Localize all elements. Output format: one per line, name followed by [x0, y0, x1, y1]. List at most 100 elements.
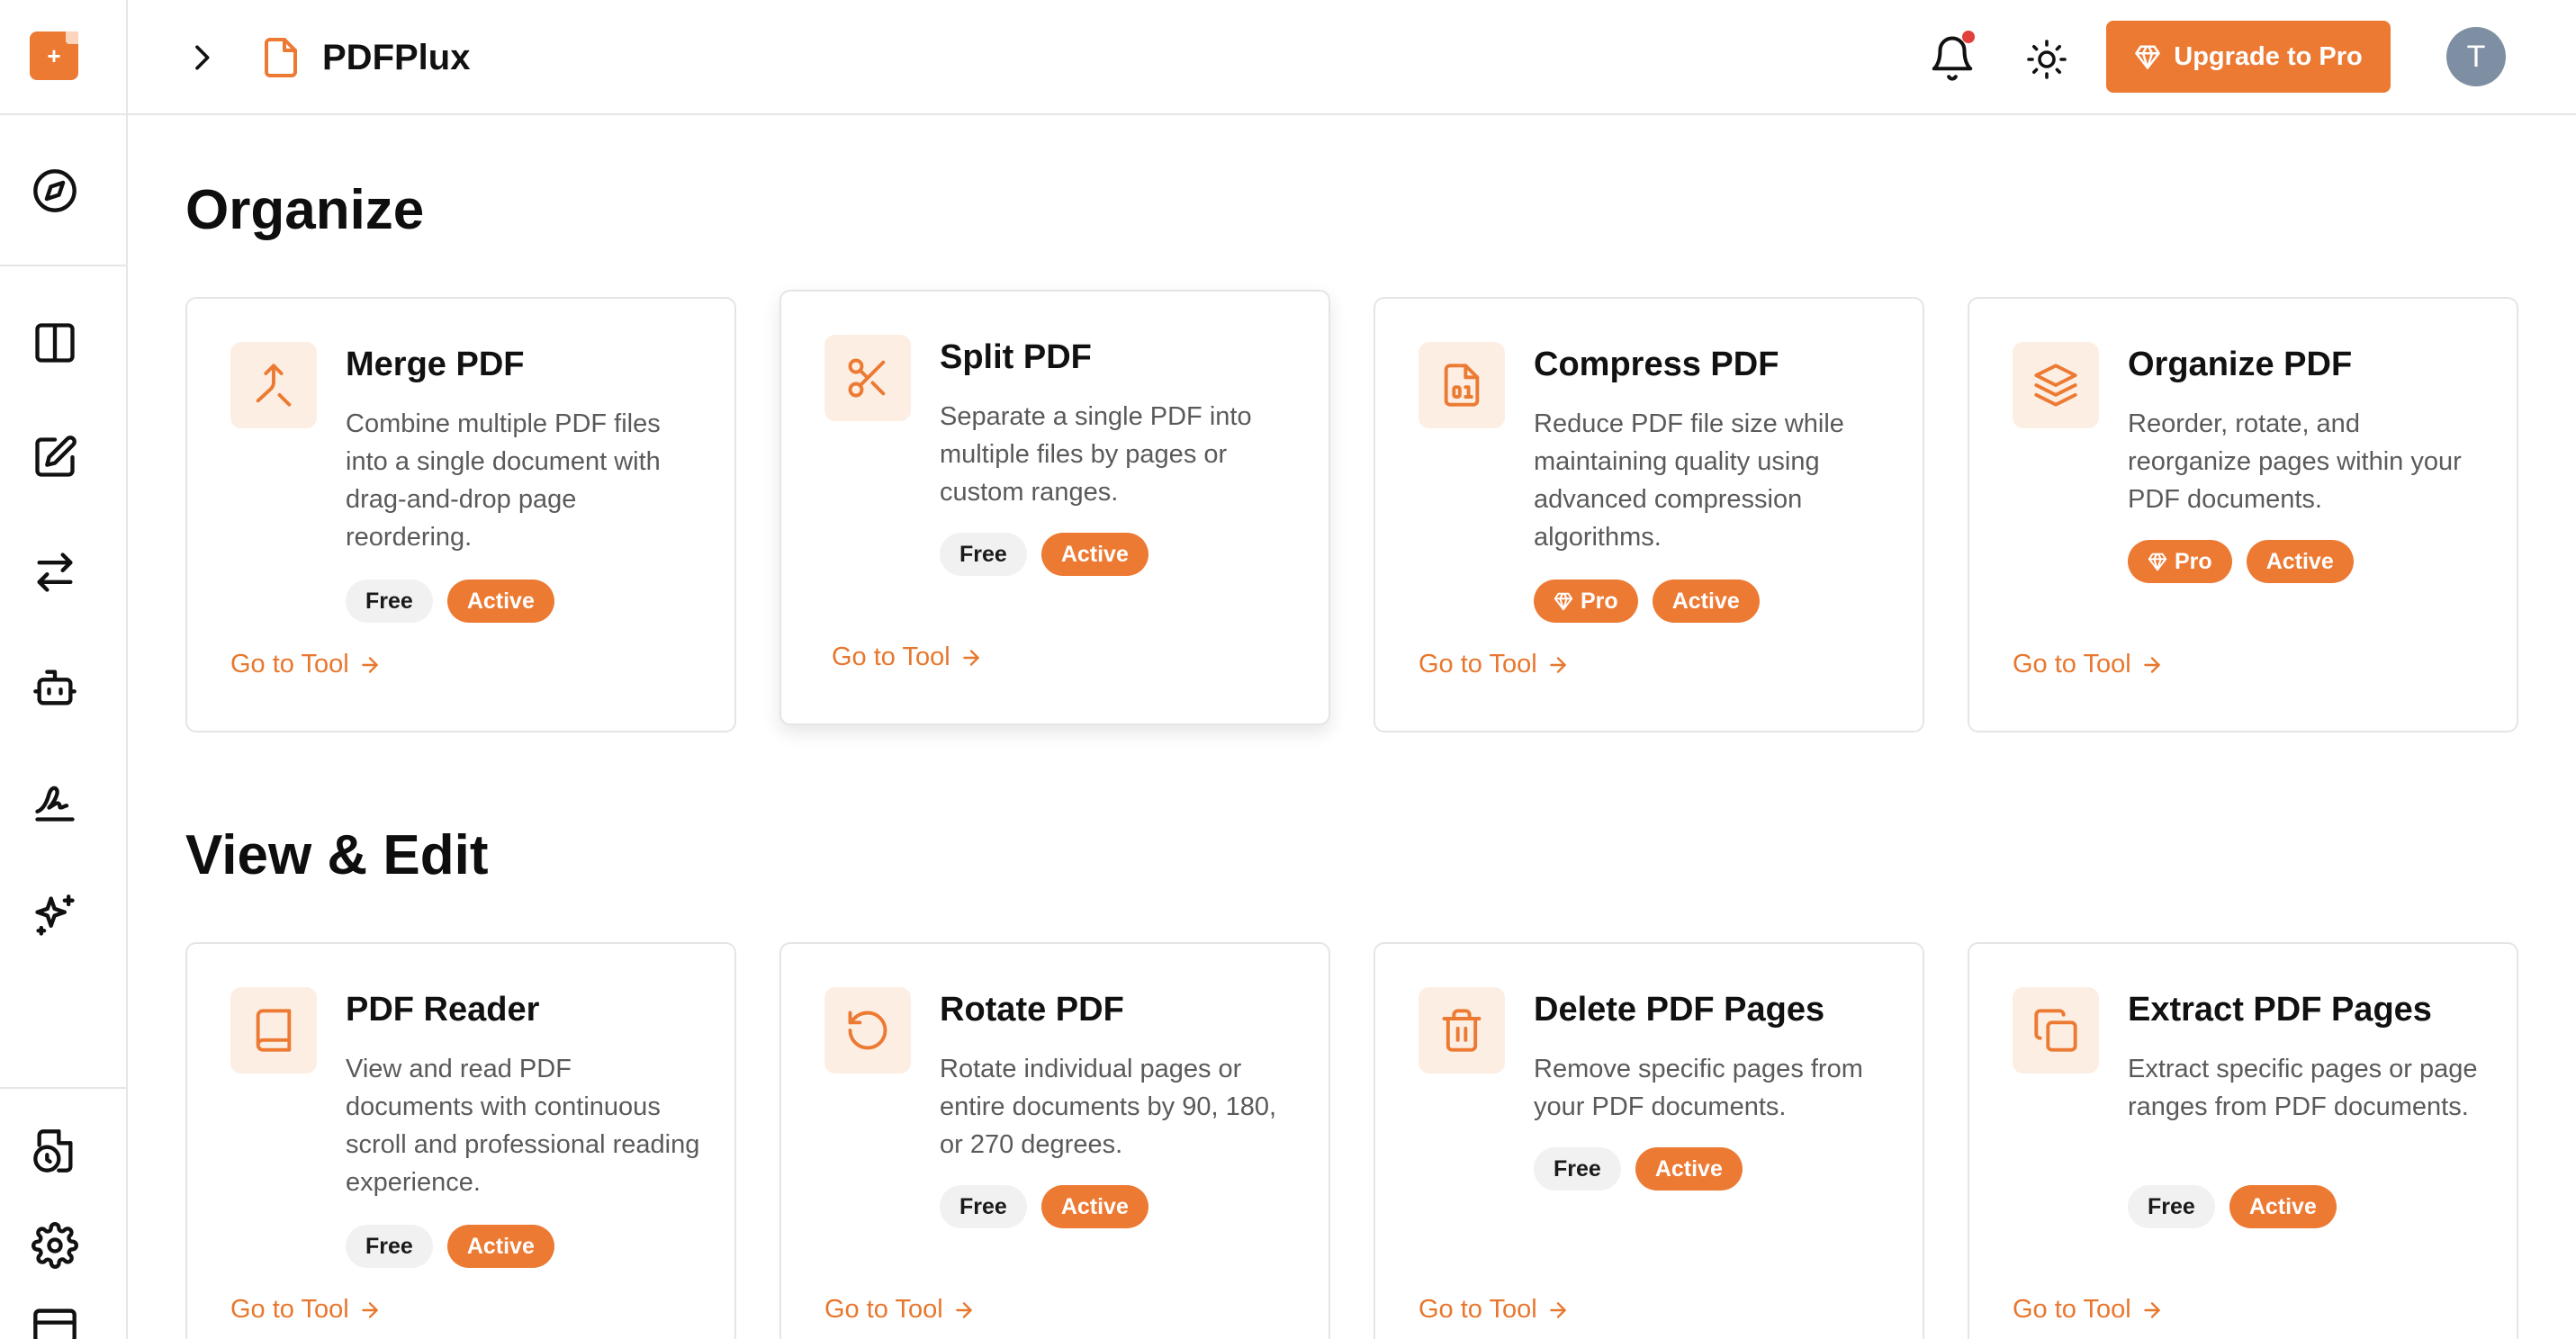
- card-description: Reduce PDF file size while maintaining q…: [1534, 409, 1844, 552]
- section-title-view-edit: View & Edit: [185, 824, 489, 886]
- app-logo[interactable]: +: [30, 31, 78, 80]
- tool-card-merge-pdf[interactable]: Merge PDF Combine multiple PDF files int…: [185, 297, 736, 732]
- go-to-tool-link[interactable]: Go to Tool: [230, 1295, 382, 1325]
- badge-free: Free: [346, 580, 433, 623]
- card-badges: Free Active: [346, 1225, 554, 1268]
- compass-icon: [33, 169, 77, 212]
- card-description: Combine multiple PDF files into a single…: [346, 409, 661, 552]
- card-icon-box: [2013, 342, 2099, 428]
- badge-free: Free: [940, 533, 1027, 576]
- sidebar-divider: [0, 1087, 126, 1089]
- columns-icon: [35, 323, 75, 363]
- arrow-right-icon: [1549, 656, 1566, 673]
- section-title-organize: Organize: [185, 179, 425, 241]
- card-title: Organize PDF: [2128, 346, 2353, 383]
- go-to-tool-link[interactable]: Go to Tool: [1419, 650, 1570, 679]
- rotate-ccw-icon: [848, 1011, 887, 1050]
- card-title: Compress PDF: [1534, 346, 1779, 383]
- trash-icon: [1442, 1009, 1482, 1052]
- file-binary-icon: [1444, 364, 1480, 407]
- go-to-tool-link[interactable]: Go to Tool: [824, 1295, 976, 1325]
- arrow-right-icon: [1549, 1301, 1566, 1318]
- arrow-right-icon: [962, 649, 979, 666]
- badge-active: Active: [1652, 580, 1760, 623]
- sidebar-item-ai-assistant[interactable]: [28, 661, 82, 714]
- sidebar-item-history[interactable]: [28, 1124, 82, 1178]
- card-description: View and read PDF documents with continu…: [346, 1055, 700, 1197]
- upgrade-to-pro-button[interactable]: Upgrade to Pro: [2106, 21, 2391, 93]
- app-title: PDFPlux: [322, 38, 471, 77]
- badge-pro: Pro: [1534, 580, 1638, 623]
- card-badges: Free Active: [346, 580, 554, 623]
- go-to-tool-link[interactable]: Go to Tool: [2013, 650, 2164, 679]
- sidebar-item-ai-tools[interactable]: [28, 889, 82, 943]
- card-description: Rotate individual pages or entire docume…: [940, 1055, 1277, 1159]
- badge-pro-label: Pro: [1581, 588, 1618, 614]
- layers-icon: [2034, 364, 2077, 407]
- card-icon-box: [230, 987, 317, 1074]
- badge-active: Active: [2229, 1185, 2337, 1228]
- edit-icon: [35, 436, 77, 477]
- signature-icon: [35, 786, 75, 822]
- go-to-tool-label: Go to Tool: [832, 643, 950, 671]
- notifications-button[interactable]: [1928, 31, 1977, 83]
- arrow-right-icon: [2143, 1301, 2160, 1318]
- go-to-tool-link[interactable]: Go to Tool: [832, 643, 983, 672]
- go-to-tool-label: Go to Tool: [230, 1295, 349, 1324]
- card-description: Extract specific pages or page ranges fr…: [2128, 1055, 2478, 1121]
- sidebar-item-billing[interactable]: [28, 1303, 82, 1339]
- tool-card-rotate-pdf[interactable]: Rotate PDF Rotate individual pages or en…: [779, 942, 1330, 1339]
- card-title: Merge PDF: [346, 346, 525, 383]
- card-title: Extract PDF Pages: [2128, 991, 2432, 1029]
- badge-active: Active: [446, 1225, 554, 1268]
- sidebar: +: [0, 0, 128, 1339]
- tool-card-organize-pdf[interactable]: Organize PDF Reorder, rotate, and reorga…: [1968, 297, 2518, 732]
- card-badges: Free Active: [2128, 1185, 2337, 1228]
- user-avatar[interactable]: T: [2446, 27, 2506, 86]
- card-title: Split PDF: [940, 338, 1092, 376]
- sidebar-item-settings[interactable]: [28, 1218, 82, 1272]
- sidebar-item-view[interactable]: [28, 316, 82, 370]
- card-icon-box: [230, 342, 317, 428]
- book-icon: [256, 1009, 292, 1052]
- card-title: Delete PDF Pages: [1534, 991, 1825, 1029]
- badge-free: Free: [1534, 1147, 1621, 1191]
- bot-icon: [33, 670, 77, 705]
- tool-card-split-pdf[interactable]: Split PDF Separate a single PDF into mul…: [779, 290, 1330, 725]
- theme-toggle-sun-icon[interactable]: [2025, 38, 2068, 81]
- badge-free: Free: [2128, 1185, 2215, 1228]
- sidebar-item-convert[interactable]: [28, 545, 82, 599]
- card-icon-box: [1419, 987, 1505, 1074]
- badge-active: Active: [1635, 1147, 1743, 1191]
- tool-card-extract-pdf-pages[interactable]: Extract PDF Pages Extract specific pages…: [1968, 942, 2518, 1339]
- arrow-right-icon: [361, 1301, 378, 1318]
- sidebar-item-sign[interactable]: [28, 775, 82, 829]
- badge-pro: Pro: [2128, 540, 2232, 583]
- badge-free: Free: [346, 1225, 433, 1268]
- go-to-tool-link[interactable]: Go to Tool: [1419, 1295, 1570, 1325]
- tool-card-delete-pdf-pages[interactable]: Delete PDF Pages Remove specific pages f…: [1374, 942, 1924, 1339]
- chevron-right-icon[interactable]: [184, 40, 220, 76]
- badge-pro-label: Pro: [2175, 548, 2212, 574]
- tool-card-pdf-reader[interactable]: PDF Reader View and read PDF documents w…: [185, 942, 736, 1339]
- tool-card-compress-pdf[interactable]: Compress PDF Reduce PDF file size while …: [1374, 297, 1924, 732]
- settings-icon: [32, 1222, 78, 1269]
- badge-free: Free: [940, 1185, 1027, 1228]
- sidebar-divider: [0, 113, 126, 115]
- sidebar-divider: [0, 265, 126, 266]
- sidebar-item-edit[interactable]: [28, 430, 82, 484]
- go-to-tool-label: Go to Tool: [2013, 650, 2131, 678]
- card-badges: Free Active: [940, 1185, 1148, 1228]
- card-title: Rotate PDF: [940, 991, 1124, 1029]
- sparkles-icon: [35, 894, 75, 936]
- scissors-icon: [848, 358, 886, 398]
- credit-card-icon: [33, 1308, 77, 1339]
- card-title: PDF Reader: [346, 991, 540, 1029]
- go-to-tool-link[interactable]: Go to Tool: [230, 650, 382, 679]
- merge-icon: [256, 364, 292, 407]
- card-icon-box: [1419, 342, 1505, 428]
- go-to-tool-link[interactable]: Go to Tool: [2013, 1295, 2164, 1325]
- sidebar-item-explore[interactable]: [28, 164, 82, 218]
- gem-icon: [2148, 553, 2167, 571]
- file-history-icon: [33, 1129, 73, 1173]
